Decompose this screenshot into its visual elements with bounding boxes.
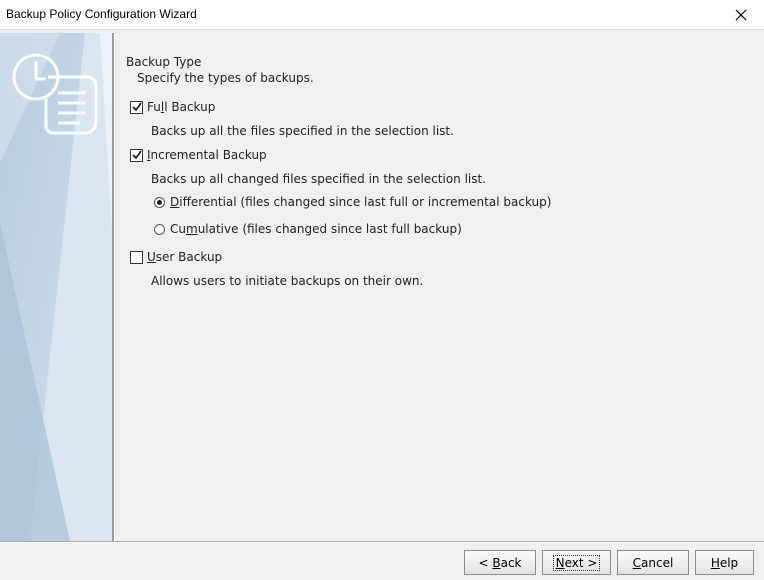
close-button[interactable]	[718, 0, 764, 29]
differential-label: Differential (files changed since last f…	[170, 195, 552, 209]
cancel-button-label: Cancel	[632, 555, 674, 570]
full-backup-checkbox-box[interactable]	[130, 100, 143, 114]
user-backup-checkbox-box[interactable]	[130, 250, 143, 264]
user-backup-label: User Backup	[147, 250, 223, 264]
help-button-label: Help	[710, 555, 739, 570]
user-backup-description: Allows users to initiate backups on thei…	[151, 274, 424, 288]
cumulative-radio[interactable]: Cumulative (files changed since last ful…	[154, 222, 462, 236]
user-backup-checkbox[interactable]: User Backup	[130, 250, 222, 264]
differential-radio[interactable]: Differential (files changed since last f…	[154, 195, 551, 209]
button-bar-separator	[0, 541, 764, 543]
wizard-content: Backup Type Specify the types of backups…	[114, 33, 764, 541]
window-title: Backup Policy Configuration Wizard	[6, 7, 197, 21]
close-icon	[735, 9, 747, 20]
cancel-button[interactable]: Cancel	[617, 550, 689, 575]
clock-scroll-icon	[12, 53, 98, 135]
full-backup-checkbox[interactable]: Full Backup	[130, 100, 215, 114]
next-button[interactable]: Next >	[542, 550, 611, 575]
section-heading: Backup Type	[126, 55, 202, 69]
incremental-backup-description: Backs up all changed files specified in …	[151, 172, 487, 186]
full-backup-description: Backs up all the files specified in the …	[151, 124, 454, 138]
title-bar: Backup Policy Configuration Wizard	[0, 0, 764, 30]
back-button[interactable]: < Back	[464, 550, 536, 575]
cumulative-radio-button[interactable]	[154, 223, 165, 235]
next-button-label: Next >	[552, 554, 601, 571]
check-icon	[132, 102, 142, 111]
radio-selected-dot	[157, 199, 162, 205]
cumulative-label: Cumulative (files changed since last ful…	[170, 222, 462, 236]
incremental-backup-label: Incremental Backup	[147, 148, 267, 162]
full-backup-label: Full Backup	[147, 100, 216, 114]
incremental-backup-checkbox-box[interactable]	[130, 148, 143, 162]
differential-radio-button[interactable]	[154, 196, 165, 208]
help-button[interactable]: Help	[695, 550, 754, 575]
check-icon	[132, 150, 142, 159]
back-button-label: < Back	[478, 555, 522, 570]
wizard-banner	[0, 33, 112, 541]
section-subheading: Specify the types of backups.	[137, 71, 314, 85]
incremental-backup-checkbox[interactable]: Incremental Backup	[130, 148, 267, 162]
